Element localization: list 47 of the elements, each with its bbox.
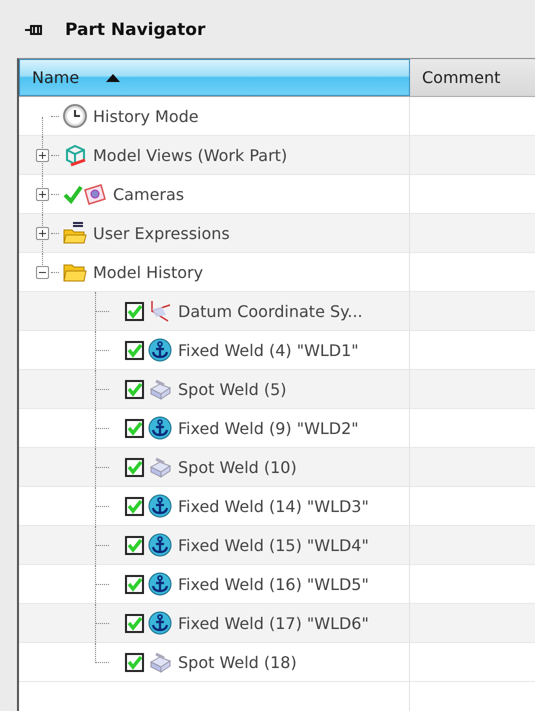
tree-item-label[interactable]: Fixed Weld (16) "WLD5" [178,574,369,594]
camera-frame-icon [83,182,107,206]
anchor-icon [148,572,172,596]
anchor-icon [148,416,172,440]
checkbox[interactable] [125,614,144,632]
checkbox[interactable] [125,418,144,438]
anchor-icon [148,611,172,635]
sort-ascending-icon [105,72,122,82]
tree-item-label[interactable]: Fixed Weld (17) "WLD6" [178,614,369,632]
expand-icon[interactable] [36,188,49,200]
tree-item-label[interactable]: Fixed Weld (4) "WLD1" [178,340,359,360]
wireframe-cube-icon [63,143,87,167]
tree-item-label[interactable]: User Expressions [93,224,230,242]
checkbox[interactable] [125,302,144,320]
tree-item-label[interactable]: History Mode [93,106,199,126]
tree-item-label[interactable]: Fixed Weld (15) "WLD4" [178,536,369,554]
expand-icon[interactable] [36,148,49,162]
column-header[interactable]: Comment [410,59,535,96]
tree-item-label[interactable]: Spot Weld (10) [178,458,297,476]
checkbox[interactable] [125,536,144,554]
checkbox[interactable] [125,574,144,594]
column-header[interactable]: Name [19,59,410,96]
tree-item-label[interactable]: Datum Coordinate Sy... [178,302,363,320]
pin-icon[interactable] [25,23,45,37]
checkbox[interactable] [125,458,144,476]
welding-block-icon [148,455,172,479]
checkbox[interactable] [125,340,144,360]
tree-item-label[interactable]: Model History [93,262,204,282]
checkbox[interactable] [125,496,144,516]
tree-item-label[interactable]: Spot Weld (5) [178,380,287,398]
tree-item-label[interactable]: Spot Weld (18) [178,652,297,672]
checkbox[interactable] [125,380,144,398]
anchor-icon [148,338,172,362]
expand-icon[interactable] [36,226,49,240]
tree-item-label[interactable]: Fixed Weld (14) "WLD3" [178,496,369,516]
collapse-icon[interactable] [36,266,49,278]
anchor-icon [148,494,172,518]
welding-block-icon [148,377,172,401]
welding-block-icon [148,650,172,674]
anchor-icon [148,533,172,557]
checkbox[interactable] [125,652,144,672]
clock-icon [63,104,87,128]
tree-item-label[interactable]: Fixed Weld (9) "WLD2" [178,418,359,438]
folder-icon [63,221,87,245]
tree-item-label[interactable]: Model Views (Work Part) [93,146,288,164]
panel-title: Part Navigator [65,20,206,40]
tree-item-label[interactable]: Cameras [113,184,184,204]
